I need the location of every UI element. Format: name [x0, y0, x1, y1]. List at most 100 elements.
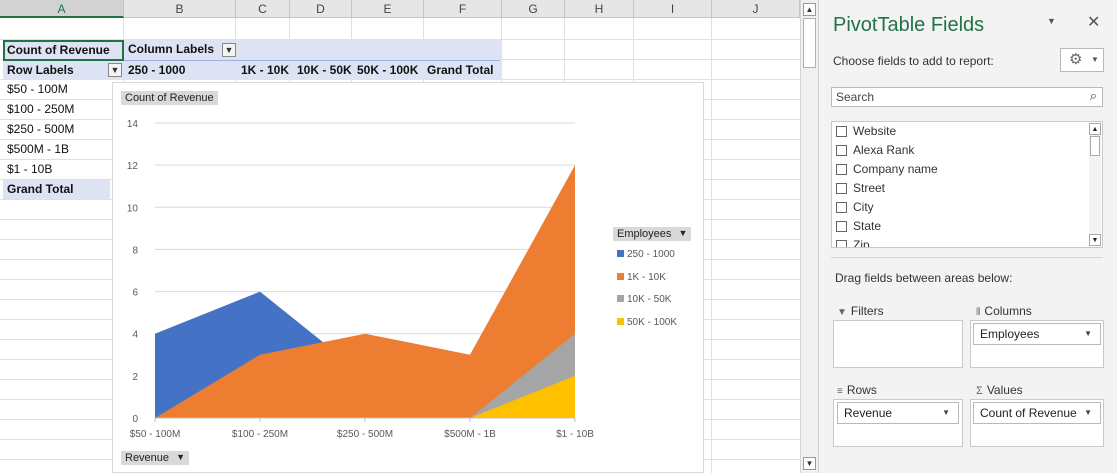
filters-label: Filters	[850, 304, 884, 318]
x-tick-label: $500M - 1B	[444, 429, 496, 440]
scroll-down-arrow-icon[interactable]: ▼	[1089, 234, 1101, 246]
field-label: Website	[853, 124, 897, 138]
filters-header: ▼ Filters	[837, 304, 884, 318]
legend-label: 1K - 10K	[627, 271, 666, 283]
column-header-g[interactable]: G	[502, 0, 565, 18]
close-icon[interactable]: ✕	[1087, 12, 1100, 32]
chevron-down-icon: ▼	[1091, 55, 1099, 64]
legend-item: 10K - 50K	[617, 294, 671, 305]
grand-total-row-label[interactable]: Grand Total	[3, 180, 73, 199]
values-label: Values	[986, 383, 1023, 397]
pivot-column-labels[interactable]: Column Labels	[124, 40, 214, 59]
field-list[interactable]: Website Alexa Rank Company name Street C…	[831, 121, 1103, 248]
row-labels-filter-icon[interactable]: ▼	[108, 63, 122, 77]
tools-gear-button[interactable]: ⚙ ▼	[1060, 48, 1104, 72]
column-header-a[interactable]: A	[0, 0, 124, 18]
column-labels-filter-icon[interactable]: ▼	[222, 43, 236, 57]
checkbox[interactable]	[836, 183, 847, 195]
checkbox[interactable]	[836, 126, 847, 138]
x-tick-label: $50 - 100M	[130, 429, 181, 440]
column-header-h[interactable]: H	[565, 0, 634, 18]
column-header-e[interactable]: E	[352, 0, 424, 18]
pivot-row-labels[interactable]: Row Labels	[3, 61, 74, 80]
y-tick-label: 4	[132, 330, 138, 341]
field-city[interactable]: City	[836, 200, 874, 218]
scroll-thumb[interactable]	[1090, 136, 1100, 156]
columns-label: Columns	[984, 304, 1032, 318]
x-tick-label: $100 - 250M	[232, 429, 288, 440]
row-label[interactable]: $1 - 10B	[3, 160, 52, 179]
col-header-250-1000[interactable]: 250 - 1000	[124, 61, 185, 80]
gear-icon: ⚙	[1069, 51, 1083, 68]
field-street[interactable]: Street	[836, 181, 885, 199]
columns-drop-area[interactable]: Employees ▼	[970, 320, 1104, 368]
checkbox[interactable]	[836, 202, 847, 214]
column-header-i[interactable]: I	[634, 0, 712, 18]
field-company-name[interactable]: Company name	[836, 162, 938, 180]
col-header-50k-100k[interactable]: 50K - 100K	[353, 61, 418, 80]
divider	[831, 257, 1103, 258]
field-alexa-rank[interactable]: Alexa Rank	[836, 143, 914, 161]
col-header-grand-total[interactable]: Grand Total	[423, 61, 493, 80]
legend-item: 50K - 100K	[617, 317, 677, 328]
y-tick-label: 8	[132, 245, 138, 256]
filters-drop-area[interactable]	[833, 320, 963, 368]
field-label: Zip	[853, 238, 870, 248]
chart-plot: 0 2 4 6 8 10 12 14 $50 - 100M $100 - 250M $250 - 5…	[127, 119, 594, 440]
worksheet[interactable]: ABCDEFGHIJ Count of Revenue Column Label…	[0, 0, 800, 473]
scroll-thumb[interactable]	[803, 18, 816, 68]
axis-filter-icon: ▼	[176, 452, 186, 462]
pivot-chart[interactable]: Count of Revenue 0 2 4 6 8 10 12 14 $50 - 100M $1…	[112, 82, 704, 473]
checkbox[interactable]	[836, 145, 847, 157]
field-state[interactable]: State	[836, 219, 881, 237]
column-header-f[interactable]: F	[424, 0, 502, 18]
pivot-corner-cell[interactable]: Count of Revenue	[3, 40, 124, 61]
checkbox[interactable]	[836, 164, 847, 176]
pivottable-fields-pane: PivotTable Fields ▼ ✕ Choose fields to a…	[818, 0, 1117, 473]
count-of-revenue-value-field[interactable]: Count of Revenue ▼	[973, 402, 1101, 424]
pane-title: PivotTable Fields	[833, 14, 985, 36]
values-drop-area[interactable]: Count of Revenue ▼	[970, 399, 1104, 447]
rows-label: Rows	[846, 383, 877, 397]
field-website[interactable]: Website	[836, 124, 896, 142]
revenue-axis-field-button[interactable]: Revenue ▼	[121, 451, 190, 465]
legend-employees-button[interactable]: Employees ▼	[613, 227, 692, 241]
drag-fields-label: Drag fields between areas below:	[835, 271, 1013, 285]
search-field[interactable]: Search ⌕	[831, 87, 1103, 107]
row-label[interactable]: $250 - 500M	[3, 120, 74, 139]
gridline-vertical	[711, 18, 712, 473]
column-header-d[interactable]: D	[290, 0, 352, 18]
col-header-10k-50k[interactable]: 10K - 50K	[293, 61, 352, 80]
col-header-1k-10k[interactable]: 1K - 10K	[237, 61, 289, 80]
checkbox[interactable]	[836, 240, 847, 247]
legend-label: 10K - 50K	[627, 294, 672, 305]
field-label: Street	[853, 181, 886, 195]
employees-column-field[interactable]: Employees ▼	[973, 323, 1101, 345]
column-header-c[interactable]: C	[236, 0, 290, 18]
columns-icon: ⦀	[976, 307, 981, 318]
values-header: Σ Values	[976, 383, 1023, 397]
field-label: State	[853, 219, 882, 233]
revenue-row-field[interactable]: Revenue ▼	[837, 402, 959, 424]
row-label[interactable]: $500M - 1B	[3, 140, 69, 159]
field-label: Company name	[853, 162, 938, 176]
pane-options-chevron-down-icon[interactable]: ▼	[1047, 16, 1056, 26]
sheet-vertical-scrollbar[interactable]: ▲ ▼	[800, 0, 818, 473]
checkbox[interactable]	[836, 221, 847, 233]
field-zip[interactable]: Zip	[836, 238, 870, 248]
legend-swatch	[617, 250, 624, 257]
rows-header: ≡ Rows	[837, 383, 877, 397]
x-tick-label: $250 - 500M	[337, 429, 393, 440]
row-label[interactable]: $100 - 250M	[3, 100, 74, 119]
scroll-up-arrow-icon[interactable]: ▲	[1089, 123, 1101, 135]
rows-icon: ≡	[837, 386, 843, 397]
rows-drop-area[interactable]: Revenue ▼	[833, 399, 963, 447]
scroll-down-arrow-icon[interactable]: ▼	[803, 457, 816, 470]
column-header-j[interactable]: J	[712, 0, 800, 18]
scroll-up-arrow-icon[interactable]: ▲	[803, 3, 816, 16]
column-header-b[interactable]: B	[124, 0, 236, 18]
field-list-scrollbar[interactable]: ▲ ▼	[1089, 123, 1101, 246]
search-icon: ⌕	[1089, 88, 1097, 103]
legend-filter-icon: ▼	[678, 228, 688, 238]
row-label[interactable]: $50 - 100M	[3, 80, 68, 99]
